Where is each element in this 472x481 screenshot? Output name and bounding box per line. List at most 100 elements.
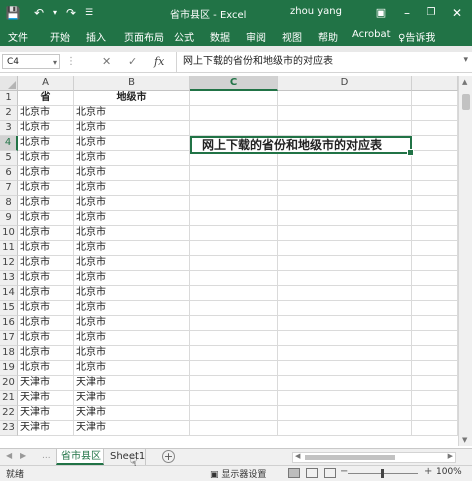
cell-e[interactable] [412, 391, 458, 406]
cell-a[interactable]: 天津市 [18, 421, 74, 436]
row-header[interactable]: 16 [0, 316, 18, 331]
cell-c[interactable] [190, 391, 278, 406]
cell-e[interactable] [412, 376, 458, 391]
cell-e[interactable] [412, 301, 458, 316]
vertical-scrollbar[interactable]: ▲ ▼ [458, 76, 472, 446]
cell-d[interactable] [278, 256, 412, 271]
cell-e[interactable] [412, 256, 458, 271]
minimize-icon[interactable]: – [396, 3, 418, 23]
cell-a[interactable]: 北京市 [18, 106, 74, 121]
cell-d[interactable] [278, 391, 412, 406]
cell-b[interactable]: 北京市 [74, 346, 190, 361]
name-box[interactable]: C4 ▾ [2, 54, 60, 69]
row-header[interactable]: 12 [0, 256, 18, 271]
cell-e[interactable] [412, 271, 458, 286]
cell-b[interactable]: 北京市 [74, 181, 190, 196]
page-break-view-icon[interactable] [324, 468, 336, 478]
page-layout-view-icon[interactable] [306, 468, 318, 478]
cell-d[interactable] [278, 226, 412, 241]
insert-function-button[interactable]: fx [154, 55, 164, 68]
cell-c[interactable] [190, 121, 278, 136]
scroll-up-icon[interactable]: ▲ [462, 78, 467, 86]
cell-e[interactable] [412, 211, 458, 226]
cell-c[interactable] [190, 316, 278, 331]
cell-a[interactable]: 北京市 [18, 256, 74, 271]
formula-input[interactable]: 网上下载的省份和地级市的对应表 [176, 52, 463, 72]
cell-c[interactable] [190, 406, 278, 421]
cell-b[interactable]: 北京市 [74, 151, 190, 166]
cell-a[interactable]: 北京市 [18, 241, 74, 256]
row-header[interactable]: 3 [0, 121, 18, 136]
cell-a[interactable]: 天津市 [18, 406, 74, 421]
cell-b[interactable]: 地级市 [74, 91, 190, 106]
cell-c[interactable] [190, 196, 278, 211]
cell-d[interactable] [278, 286, 412, 301]
cell-e[interactable] [412, 361, 458, 376]
cell-b[interactable]: 北京市 [74, 301, 190, 316]
cell-b[interactable]: 北京市 [74, 271, 190, 286]
more-sheets[interactable]: ... [42, 451, 51, 461]
cell-a[interactable]: 省 [18, 91, 74, 106]
cell-c[interactable] [190, 241, 278, 256]
customize-icon[interactable]: ☰ [80, 4, 98, 22]
cell-b[interactable]: 北京市 [74, 166, 190, 181]
cell-b[interactable]: 北京市 [74, 196, 190, 211]
cell-a[interactable]: 北京市 [18, 346, 74, 361]
cell-d[interactable] [278, 106, 412, 121]
cell-d[interactable] [278, 361, 412, 376]
cell-e[interactable] [412, 196, 458, 211]
column-header-c[interactable]: C [190, 76, 278, 91]
sheet-prev-icon[interactable]: ◀ [6, 451, 12, 460]
cell-c[interactable] [190, 361, 278, 376]
cell-e[interactable] [412, 181, 458, 196]
row-header[interactable]: 22 [0, 406, 18, 421]
cell-a[interactable]: 北京市 [18, 121, 74, 136]
zoom-slider[interactable] [348, 469, 418, 478]
cell-e[interactable] [412, 151, 458, 166]
scroll-left-icon[interactable]: ◀ [295, 452, 300, 460]
cell-c[interactable] [190, 286, 278, 301]
cell-b[interactable]: 北京市 [74, 316, 190, 331]
tab-insert[interactable]: 插入 [86, 29, 106, 44]
cell-d[interactable] [278, 166, 412, 181]
cell-c[interactable] [190, 181, 278, 196]
cell-d[interactable] [278, 406, 412, 421]
cell-d[interactable] [278, 301, 412, 316]
save-icon[interactable]: 💾 [4, 4, 22, 22]
tab-review[interactable]: 审阅 [246, 29, 266, 44]
cell-e[interactable] [412, 421, 458, 436]
row-header[interactable]: 1 [0, 91, 18, 106]
column-header-d[interactable]: D [278, 76, 412, 91]
row-header[interactable]: 9 [0, 211, 18, 226]
cell-b[interactable]: 北京市 [74, 121, 190, 136]
row-header[interactable]: 14 [0, 286, 18, 301]
cell-a[interactable]: 北京市 [18, 151, 74, 166]
row-header[interactable]: 15 [0, 301, 18, 316]
tab-data[interactable]: 数据 [210, 29, 230, 44]
tab-formulas[interactable]: 公式 [174, 29, 194, 44]
cell-a[interactable]: 北京市 [18, 211, 74, 226]
cell-b[interactable]: 北京市 [74, 286, 190, 301]
cell-e[interactable] [412, 106, 458, 121]
cell-d[interactable] [278, 181, 412, 196]
cell-d[interactable] [278, 196, 412, 211]
scroll-down-icon[interactable]: ▼ [462, 436, 467, 444]
cell-a[interactable]: 北京市 [18, 136, 74, 151]
row-header[interactable]: 2 [0, 106, 18, 121]
row-header[interactable]: 19 [0, 361, 18, 376]
tab-home[interactable]: 开始 [50, 29, 70, 44]
row-header[interactable]: 18 [0, 346, 18, 361]
enter-icon[interactable]: ✓ [128, 55, 137, 68]
cell-d[interactable] [278, 211, 412, 226]
ribbon-options-icon[interactable]: ▣ [370, 3, 392, 23]
cell-b[interactable]: 北京市 [74, 361, 190, 376]
cancel-icon[interactable]: ✕ [102, 55, 111, 68]
cell-c[interactable] [190, 91, 278, 106]
cell-e[interactable] [412, 166, 458, 181]
vertical-scroll-thumb[interactable] [462, 94, 470, 110]
row-header[interactable]: 7 [0, 181, 18, 196]
cell-e[interactable] [412, 331, 458, 346]
row-header[interactable]: 6 [0, 166, 18, 181]
row-header[interactable]: 13 [0, 271, 18, 286]
cell-a[interactable]: 北京市 [18, 181, 74, 196]
